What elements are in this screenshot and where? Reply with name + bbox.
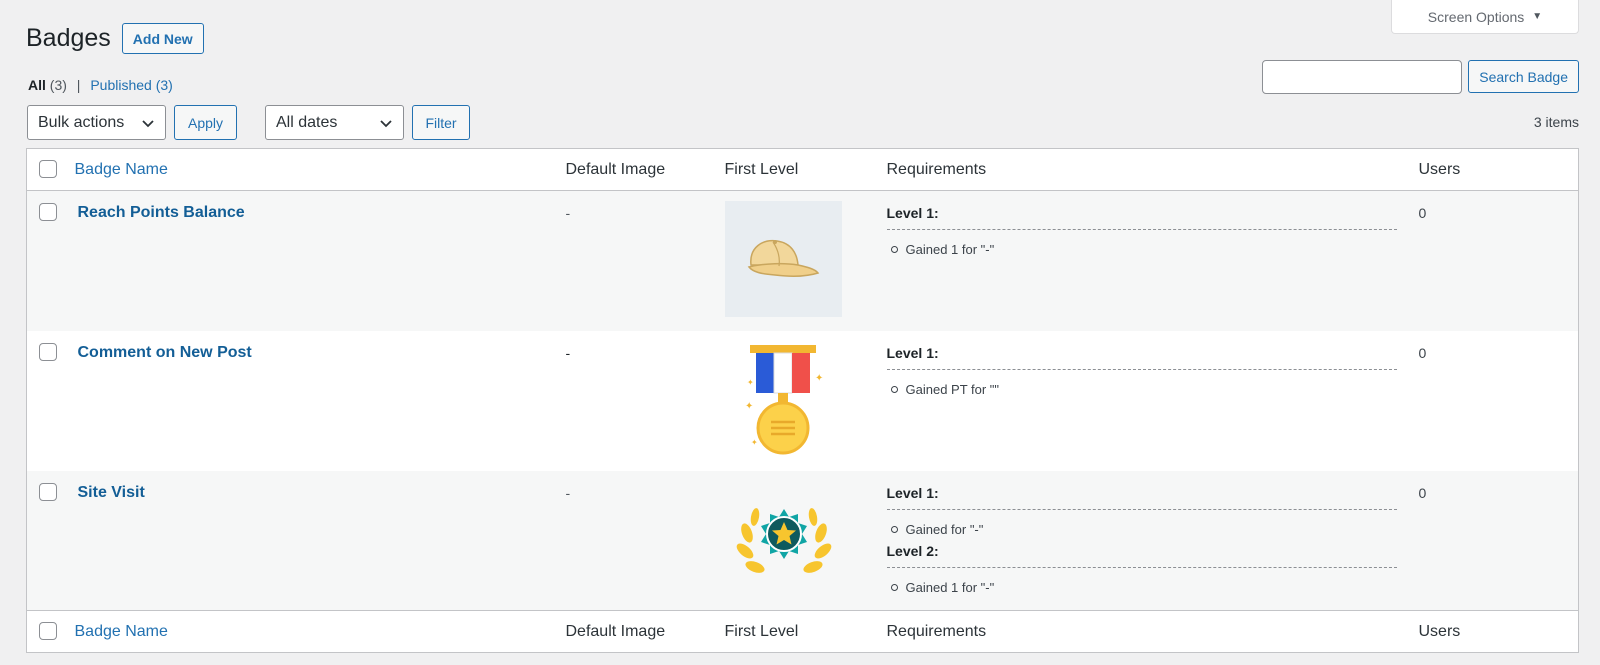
requirement-level-title: Level 1: bbox=[886, 345, 1397, 370]
requirement-level-title: Level 1: bbox=[886, 485, 1397, 510]
row-checkbox[interactable] bbox=[39, 203, 57, 222]
requirement-item: Gained 1 for "-" bbox=[887, 580, 1397, 595]
requirement-text: Gained 1 for "-" bbox=[905, 579, 995, 595]
users-count: 0 bbox=[1418, 470, 1579, 611]
caret-down-icon: ▼ bbox=[1532, 11, 1543, 22]
users-count: 0 bbox=[1418, 190, 1579, 331]
filter-published-label: Published bbox=[90, 77, 152, 93]
search-box: Search Badge bbox=[1262, 60, 1579, 94]
bullet-icon bbox=[890, 246, 898, 253]
select-all-checkbox[interactable] bbox=[39, 622, 57, 641]
row-checkbox[interactable] bbox=[39, 342, 57, 361]
requirement-level-title: Level 2: bbox=[886, 543, 1397, 568]
page-title: Badges bbox=[26, 24, 111, 52]
svg-text:✦: ✦ bbox=[815, 373, 823, 384]
table-row: Reach Points Balance - Level 1: Gained 1… bbox=[26, 190, 1579, 331]
requirement-item: Gained for "-" bbox=[887, 522, 1397, 537]
filter-separator: | bbox=[76, 77, 81, 93]
badge-name-link[interactable]: Comment on New Post bbox=[78, 344, 252, 361]
column-first-level: First Level bbox=[724, 148, 887, 191]
dates-value: All dates bbox=[276, 113, 338, 131]
table-header-row: Badge Name Default Image First Level Req… bbox=[26, 148, 1579, 191]
column-users: Users bbox=[1418, 610, 1579, 653]
column-users: Users bbox=[1418, 148, 1579, 191]
default-image-value: - bbox=[565, 190, 725, 331]
add-new-button[interactable]: Add New bbox=[121, 23, 204, 54]
column-default-image: Default Image bbox=[565, 148, 725, 191]
filter-all-link[interactable]: All bbox=[28, 77, 46, 93]
row-checkbox[interactable] bbox=[39, 482, 57, 501]
screen-options-button[interactable]: Screen Options ▼ bbox=[1391, 0, 1579, 34]
svg-text:✦: ✦ bbox=[751, 438, 758, 447]
column-badge-name[interactable]: Badge Name bbox=[75, 623, 168, 640]
default-image-value: - bbox=[565, 470, 725, 611]
table-footer-row: Badge Name Default Image First Level Req… bbox=[26, 610, 1579, 653]
tablenav-top: Bulk actions Apply All dates Filter bbox=[27, 105, 470, 140]
requirement-level-title: Level 1: bbox=[886, 205, 1397, 230]
bullet-icon bbox=[890, 583, 898, 591]
apply-button[interactable]: Apply bbox=[174, 105, 237, 140]
requirement-text: Gained 1 for "-" bbox=[905, 242, 995, 257]
screen-options-label: Screen Options bbox=[1427, 8, 1525, 25]
badge-name-link[interactable]: Reach Points Balance bbox=[78, 204, 245, 221]
table-row: Site Visit - Level 1: Gained for "-" Lev… bbox=[26, 470, 1579, 611]
default-image-value: - bbox=[565, 330, 725, 471]
badges-table: Badge Name Default Image First Level Req… bbox=[26, 148, 1579, 653]
chevron-down-icon bbox=[380, 119, 392, 127]
page-header: Badges Add New bbox=[26, 23, 204, 54]
column-badge-name[interactable]: Badge Name bbox=[75, 161, 168, 178]
dates-select[interactable]: All dates bbox=[265, 105, 404, 140]
requirement-text: Gained for "-" bbox=[905, 521, 984, 537]
requirement-item: Gained PT for "" bbox=[887, 382, 1397, 397]
requirement-text: Gained PT for "" bbox=[905, 381, 1000, 397]
users-count: 0 bbox=[1418, 330, 1579, 471]
cap-icon bbox=[724, 201, 842, 317]
search-badge-button[interactable]: Search Badge bbox=[1468, 60, 1579, 93]
column-requirements: Requirements bbox=[886, 148, 1419, 191]
bullet-icon bbox=[890, 385, 898, 393]
svg-text:✦: ✦ bbox=[747, 378, 754, 387]
select-all-checkbox[interactable] bbox=[39, 160, 57, 179]
laurel-star-icon bbox=[736, 507, 831, 573]
filter-published-count: (3) bbox=[155, 77, 173, 93]
table-row: Comment on New Post - ✦ ✦ ✦ ✦ Level 1: G… bbox=[26, 330, 1579, 471]
filter-all-count: (3) bbox=[49, 77, 67, 93]
bulk-actions-value: Bulk actions bbox=[38, 113, 125, 131]
filter-published-link[interactable]: Published (3) bbox=[90, 77, 173, 93]
column-first-level: First Level bbox=[724, 610, 887, 653]
medal-icon: ✦ ✦ ✦ ✦ bbox=[745, 344, 823, 454]
status-filter-links: All (3) | Published (3) bbox=[28, 77, 173, 93]
chevron-down-icon bbox=[142, 119, 154, 127]
requirement-item: Gained 1 for "-" bbox=[887, 242, 1397, 257]
svg-text:✦: ✦ bbox=[745, 401, 753, 412]
badge-name-link[interactable]: Site Visit bbox=[78, 484, 145, 501]
search-input[interactable] bbox=[1262, 60, 1463, 94]
bulk-actions-select[interactable]: Bulk actions bbox=[27, 105, 166, 140]
column-requirements: Requirements bbox=[886, 610, 1419, 653]
column-default-image: Default Image bbox=[565, 610, 725, 653]
items-count: 3 items bbox=[1533, 114, 1579, 130]
filter-button[interactable]: Filter bbox=[412, 105, 470, 140]
bullet-icon bbox=[890, 525, 898, 533]
